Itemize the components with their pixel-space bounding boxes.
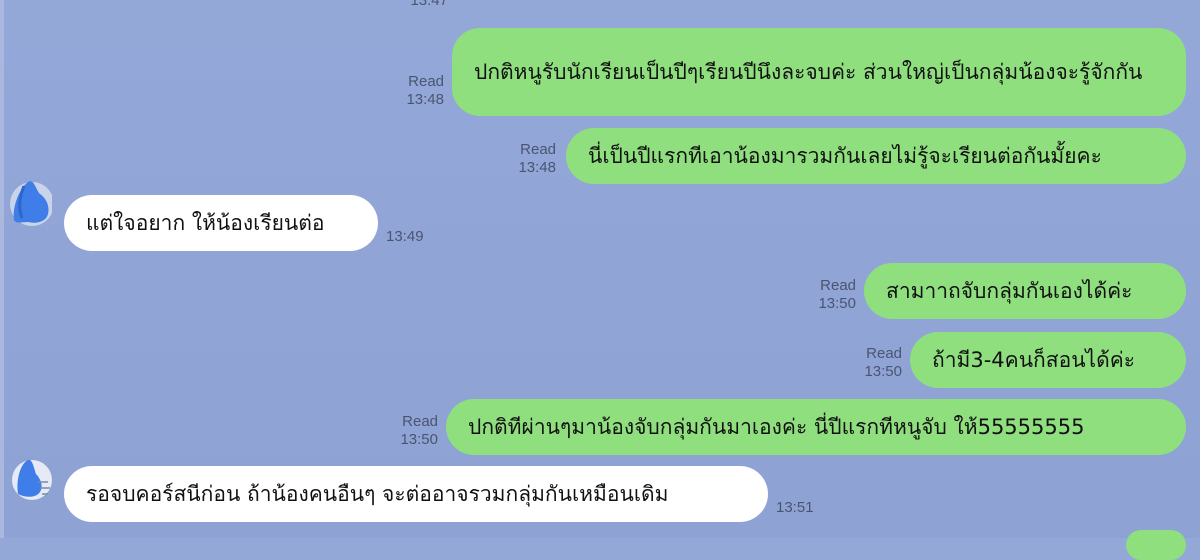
- read-receipt: Read 13:50: [382, 413, 438, 449]
- read-receipt: Read 13:48: [500, 141, 556, 177]
- read-label: Read: [866, 345, 902, 362]
- message-time: 13:49: [386, 228, 424, 245]
- outgoing-message-bubble[interactable]: ปกติทีผ่านๆมาน้องจับกลุ่มกันมาเองค่ะ นี่…: [446, 399, 1186, 455]
- read-receipt: Read 13:50: [846, 345, 902, 381]
- message-text: ปกติทีผ่านๆมาน้องจับกลุ่มกันมาเองค่ะ นี่…: [468, 415, 1085, 439]
- avatar-icon[interactable]: [8, 452, 54, 502]
- outgoing-message-bubble[interactable]: ปกติหนูรับนักเรียนเป็นปีๆเรียนปีนึงละจบค…: [452, 28, 1186, 116]
- message-time: 13:48: [518, 159, 556, 176]
- outgoing-message-bubble[interactable]: ถ้ามี3-4คนก็สอนได้ค่ะ: [910, 332, 1186, 388]
- outgoing-message-bubble-partial[interactable]: [1126, 530, 1186, 560]
- message-time: 13:50: [818, 295, 856, 312]
- outgoing-message-bubble[interactable]: นี่เป็นปีแรกทีเอาน้องมารวมกันเลยไม่รู้จะ…: [566, 128, 1186, 184]
- read-label: Read: [520, 141, 556, 158]
- chat-area[interactable]: 13:47 Read 13:48 ปกติหนูรับนักเรียนเป็นป…: [0, 0, 1200, 560]
- message-time: 13:48: [406, 91, 444, 108]
- incoming-message-bubble[interactable]: แต่ใจอยาก ให้น้องเรียนต่อ: [64, 195, 378, 251]
- read-receipt: Read 13:48: [390, 73, 444, 109]
- read-label: Read: [820, 277, 856, 294]
- message-time: 13:50: [400, 431, 438, 448]
- message-text: นี่เป็นปีแรกทีเอาน้องมารวมกันเลยไม่รู้จะ…: [588, 144, 1102, 168]
- message-text: ปกติหนูรับนักเรียนเป็นปีๆเรียนปีนึงละจบค…: [474, 60, 1143, 84]
- avatar-icon[interactable]: [6, 176, 52, 226]
- partial-timestamp: 13:47: [410, 0, 448, 9]
- read-label: Read: [408, 73, 444, 90]
- message-time: 13:50: [864, 363, 902, 380]
- read-receipt: Read 13:50: [800, 277, 856, 313]
- message-text: แต่ใจอยาก ให้น้องเรียนต่อ: [86, 211, 325, 235]
- message-text: ถ้ามี3-4คนก็สอนได้ค่ะ: [932, 348, 1136, 372]
- message-time: 13:51: [776, 499, 814, 516]
- left-edge: [0, 0, 4, 538]
- incoming-message-bubble[interactable]: รอจบคอร์สนีก่อน ถ้าน้องคนอืนๆ จะต่ออาจรว…: [64, 466, 768, 522]
- message-text: รอจบคอร์สนีก่อน ถ้าน้องคนอืนๆ จะต่ออาจรว…: [86, 482, 669, 506]
- read-label: Read: [402, 413, 438, 430]
- message-text: สามาาถจับกลุ่มกันเองได้ค่ะ: [886, 279, 1133, 303]
- outgoing-message-bubble[interactable]: สามาาถจับกลุ่มกันเองได้ค่ะ: [864, 263, 1186, 319]
